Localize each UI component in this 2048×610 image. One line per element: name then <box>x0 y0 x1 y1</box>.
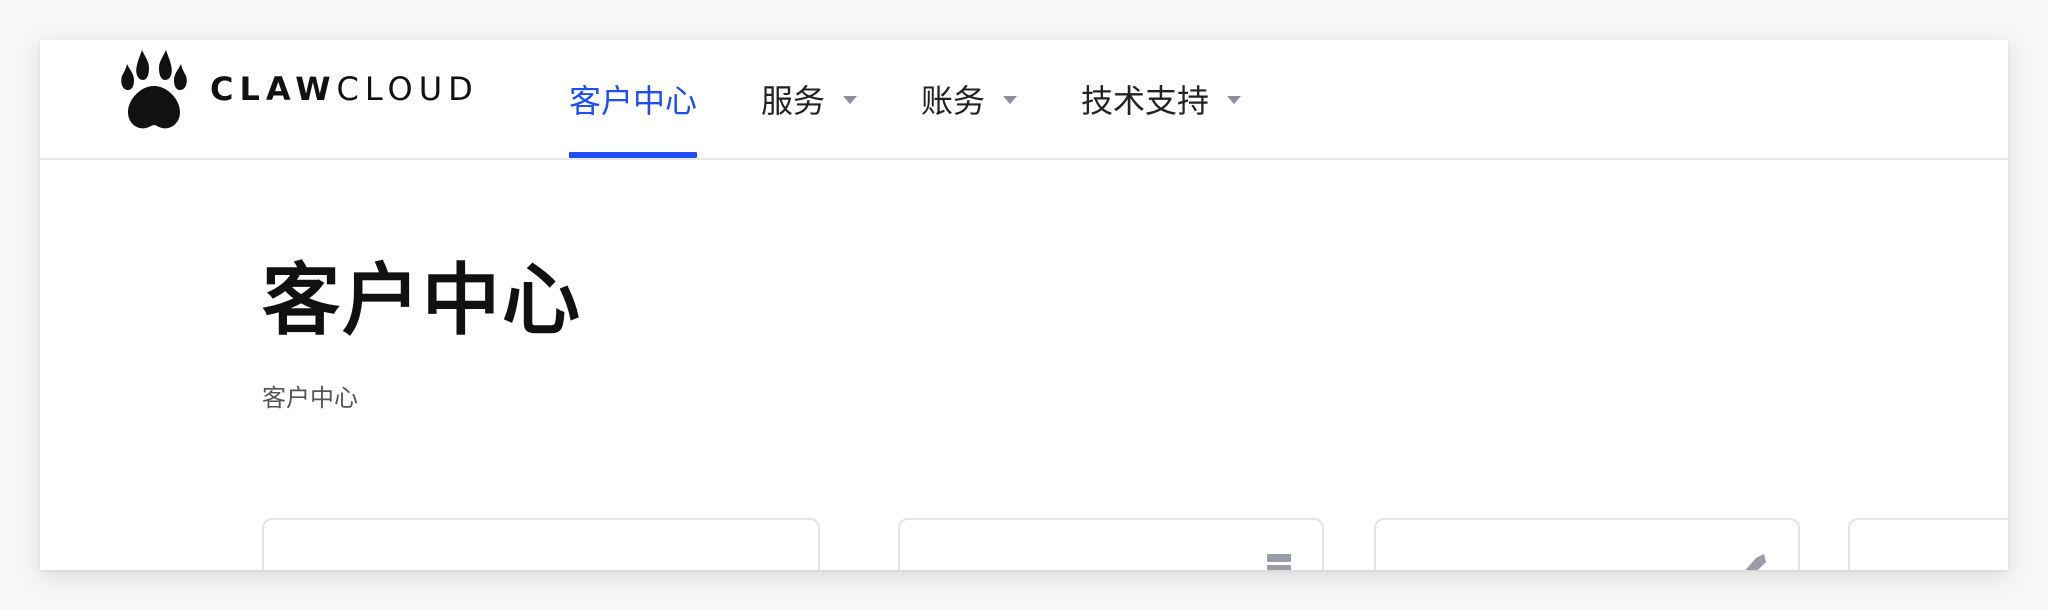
paw-icon <box>118 46 190 132</box>
page-title: 客户中心 <box>262 256 583 346</box>
brand-logo[interactable]: CLAW CLOUD <box>118 46 479 132</box>
nav-item-customer-center[interactable]: 客户中心 <box>565 40 701 158</box>
nav-item-billing[interactable]: 账务 <box>917 40 1021 158</box>
top-navigation-bar: CLAW CLOUD 客户中心 服务 账务 技术支持 <box>40 40 2008 160</box>
caret-down-icon <box>843 96 858 104</box>
dashboard-card-tags[interactable] <box>1374 518 1800 570</box>
caret-down-icon <box>1003 96 1018 104</box>
breadcrumb: 客户中心 <box>262 384 358 412</box>
server-icon <box>1266 552 1292 570</box>
tag-icon <box>1738 552 1768 570</box>
nav-item-label: 账务 <box>921 82 986 120</box>
caret-down-icon <box>1227 96 1242 104</box>
dashboard-card[interactable] <box>1848 518 2008 570</box>
nav-item-label: 客户中心 <box>569 82 698 120</box>
nav-item-label: 服务 <box>761 82 826 120</box>
active-tab-indicator <box>569 152 698 158</box>
main-nav: 客户中心 服务 账务 技术支持 <box>565 40 1301 158</box>
nav-item-label: 技术支持 <box>1081 82 1210 120</box>
dashboard-card-services[interactable] <box>898 518 1324 570</box>
browser-viewport: CLAW CLOUD 客户中心 服务 账务 技术支持 客户中心 客户中心 <box>40 40 2008 570</box>
brand-name: CLAW CLOUD <box>210 70 479 108</box>
brand-name-bold: CLAW <box>210 70 337 108</box>
brand-name-light: CLOUD <box>336 70 479 108</box>
nav-item-support[interactable]: 技术支持 <box>1077 40 1245 158</box>
dashboard-card[interactable] <box>262 518 820 570</box>
nav-item-services[interactable]: 服务 <box>757 40 861 158</box>
